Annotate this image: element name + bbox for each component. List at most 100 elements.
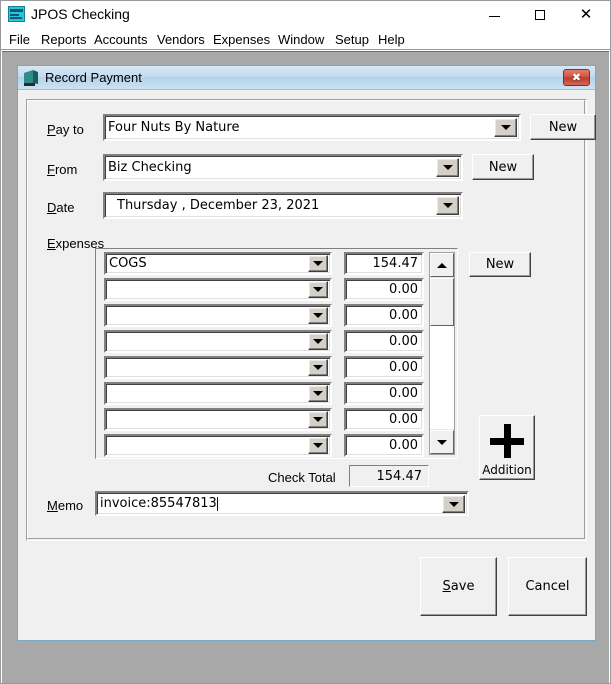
menubar: File Reports Accounts Vendors Expenses W… — [1, 28, 610, 50]
expense-amount-value: 0.00 — [389, 308, 418, 323]
expense-account-combobox[interactable]: COGS — [104, 252, 332, 275]
expense-amount-field[interactable]: 0.00 — [344, 434, 424, 457]
text-caret — [216, 496, 218, 511]
chevron-down-icon — [313, 287, 323, 292]
expenses-grid: COGS 154.47 0.00 0.00 0.00 0.00 0.00 0.0… — [95, 248, 458, 459]
pay-to-label: Pay to — [47, 122, 84, 138]
expense-amount-field[interactable]: 0.00 — [344, 278, 424, 301]
addition-label: Addition — [482, 463, 532, 477]
close-icon: ✖ — [571, 71, 582, 84]
expense-amount-value: 0.00 — [389, 360, 418, 375]
expenses-scrollbar[interactable] — [429, 252, 455, 455]
date-value: Thursday , December 23, 2021 — [117, 198, 320, 213]
pay-to-accelerator: P — [47, 122, 56, 137]
chevron-down-icon — [313, 365, 323, 370]
dialog-title: Record Payment — [45, 70, 142, 85]
from-accelerator: F — [47, 162, 55, 177]
menu-item-expenses[interactable]: Expenses — [213, 31, 270, 48]
chevron-down-icon — [448, 501, 459, 507]
expense-amount-field[interactable]: 0.00 — [344, 382, 424, 405]
expense-account-value: COGS — [109, 256, 147, 271]
memo-dropdown-button[interactable] — [442, 495, 465, 513]
expense-account-combobox[interactable] — [104, 434, 332, 457]
save-button[interactable]: Save — [420, 557, 497, 616]
check-total-label: Check Total — [268, 470, 336, 485]
menu-item-vendors[interactable]: Vendors — [157, 31, 205, 48]
main-titlebar: JPOS Checking ✕ — [1, 1, 610, 28]
expense-account-combobox[interactable] — [104, 278, 332, 301]
menu-item-help[interactable]: Help — [378, 31, 405, 48]
expenses-accelerator: E — [47, 236, 56, 251]
expense-account-dropdown-button[interactable] — [308, 333, 328, 350]
menu-item-file[interactable]: File — [9, 31, 30, 48]
date-label: Date — [47, 200, 74, 216]
pay-to-label-text: ay to — [55, 122, 84, 137]
expense-account-combobox[interactable] — [104, 304, 332, 327]
chevron-down-icon — [313, 313, 323, 318]
jpos-document-icon — [24, 70, 38, 86]
pay-to-combobox[interactable]: Four Nuts By Nature — [103, 114, 521, 141]
expense-amount-field[interactable]: 154.47 — [344, 252, 424, 275]
expense-account-dropdown-button[interactable] — [308, 385, 328, 402]
dialog-close-button[interactable]: ✖ — [563, 69, 590, 86]
expense-account-dropdown-button[interactable] — [308, 359, 328, 376]
expense-amount-value: 0.00 — [389, 334, 418, 349]
expense-amount-value: 154.47 — [372, 256, 419, 271]
expense-account-dropdown-button[interactable] — [308, 281, 328, 298]
plus-icon — [480, 424, 534, 458]
cancel-button[interactable]: Cancel — [508, 557, 587, 616]
expense-account-combobox[interactable] — [104, 408, 332, 431]
pay-to-value: Four Nuts By Nature — [108, 120, 240, 135]
date-label-text: ate — [56, 200, 75, 215]
expense-account-dropdown-button[interactable] — [308, 307, 328, 324]
expense-account-combobox[interactable] — [104, 330, 332, 353]
expense-account-value — [109, 280, 310, 299]
expense-amount-field[interactable]: 0.00 — [344, 408, 424, 431]
from-new-label: New — [488, 159, 518, 175]
from-dropdown-button[interactable] — [436, 158, 459, 177]
maximize-button[interactable] — [517, 1, 563, 28]
from-label-text: rom — [54, 162, 78, 177]
scroll-up-button[interactable] — [430, 253, 454, 277]
close-button[interactable]: ✕ — [563, 1, 609, 28]
scroll-down-button[interactable] — [430, 430, 454, 454]
expenses-new-button[interactable]: New — [469, 252, 531, 277]
maximize-icon — [535, 9, 545, 20]
from-combobox[interactable]: Biz Checking — [103, 154, 463, 181]
expense-account-dropdown-button[interactable] — [308, 437, 328, 454]
menu-item-reports[interactable]: Reports — [41, 31, 87, 48]
pay-to-new-label: New — [548, 119, 578, 135]
expense-amount-field[interactable]: 0.00 — [344, 356, 424, 379]
menu-item-setup[interactable]: Setup — [335, 31, 369, 48]
dialog-titlebar[interactable]: Record Payment ✖ — [18, 66, 595, 90]
expense-amount-value: 0.00 — [389, 282, 418, 297]
minimize-button[interactable] — [471, 1, 517, 28]
expenses-new-label: New — [485, 257, 515, 272]
date-dropdown-button[interactable] — [436, 196, 459, 215]
expense-account-combobox[interactable] — [104, 356, 332, 379]
save-accelerator: S — [442, 579, 451, 594]
expense-account-value — [109, 410, 310, 429]
date-picker[interactable]: Thursday , December 23, 2021 — [103, 192, 463, 219]
memo-label: Memo — [47, 498, 83, 514]
addition-button[interactable]: Addition — [479, 415, 535, 480]
scrollbar-track[interactable] — [430, 326, 454, 429]
menu-item-accounts[interactable]: Accounts — [94, 31, 147, 48]
chevron-down-icon — [442, 165, 453, 170]
expense-account-combobox[interactable] — [104, 382, 332, 405]
save-label-text: ave — [450, 579, 475, 594]
menu-item-window[interactable]: Window — [278, 31, 324, 48]
memo-input[interactable]: invoice:85547813 — [95, 491, 469, 516]
expense-account-dropdown-button[interactable] — [308, 255, 328, 272]
memo-accelerator: M — [47, 498, 58, 513]
chevron-down-icon — [313, 417, 323, 422]
chevron-down-icon — [313, 391, 323, 396]
from-new-button[interactable]: New — [472, 154, 534, 180]
pay-to-new-button[interactable]: New — [530, 114, 596, 140]
expense-account-value — [109, 332, 310, 351]
expense-amount-field[interactable]: 0.00 — [344, 330, 424, 353]
expense-amount-field[interactable]: 0.00 — [344, 304, 424, 327]
expense-account-dropdown-button[interactable] — [308, 411, 328, 428]
pay-to-dropdown-button[interactable] — [494, 118, 517, 137]
scrollbar-thumb[interactable] — [430, 278, 454, 326]
